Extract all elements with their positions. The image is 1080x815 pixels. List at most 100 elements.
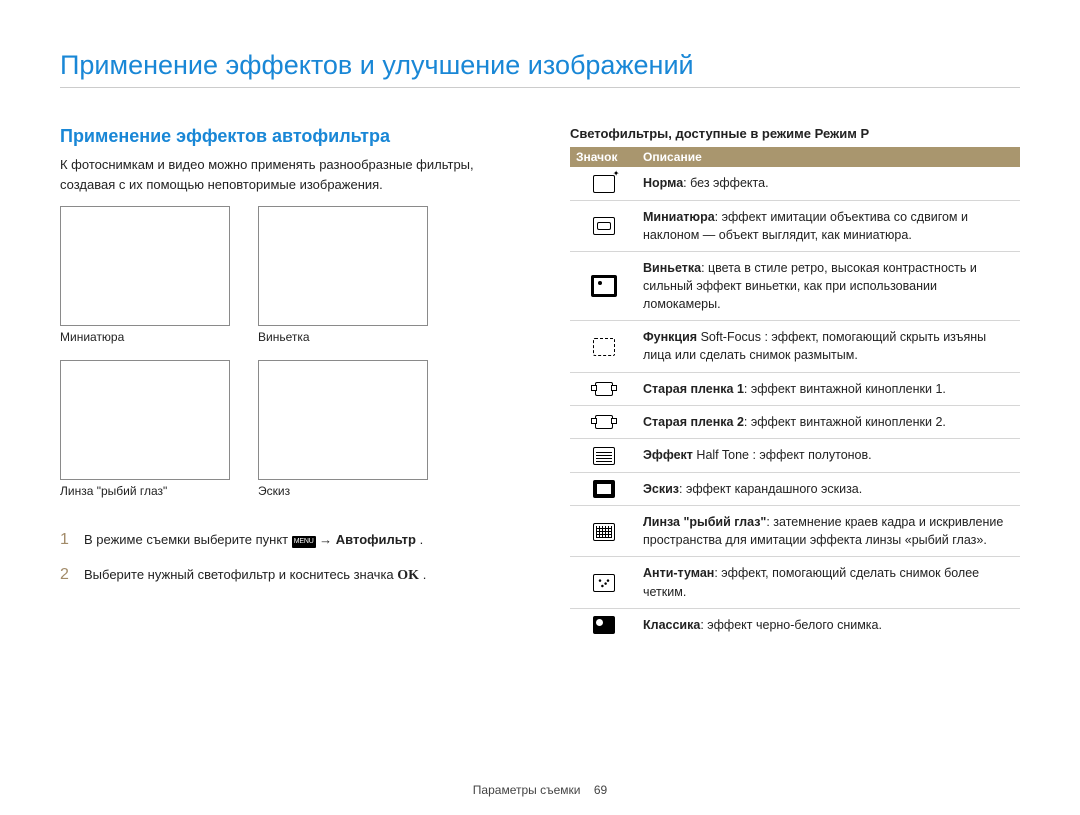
- filter-mid: Soft-Focus: [697, 330, 764, 344]
- fisheye-icon: [593, 523, 615, 541]
- filter-mid: Half Tone: [693, 448, 753, 462]
- th-icon: Значок: [570, 147, 637, 167]
- filter-name: Старая пленка 2: [643, 415, 744, 429]
- filter-desc-cell: Функция Soft-Focus : эффект, помогающий …: [637, 321, 1020, 372]
- filter-icon-cell: [570, 167, 637, 200]
- step-bold: Автофильтр: [336, 532, 416, 547]
- step-number: 2: [60, 561, 74, 588]
- step-fragment: .: [423, 567, 427, 582]
- film-icon: [595, 415, 613, 429]
- right-column: Светофильтры, доступные в режиме Режим P…: [570, 126, 1020, 641]
- table-row: Старая пленка 1: эффект винтажной кинопл…: [570, 372, 1020, 405]
- filter-icon-cell: [570, 472, 637, 506]
- filter-icon-cell: [570, 251, 637, 320]
- filter-name: Виньетка: [643, 261, 701, 275]
- filter-icon-cell: [570, 438, 637, 472]
- filter-icon-cell: [570, 557, 637, 608]
- thumbnail-label: Эскиз: [258, 484, 438, 498]
- table-row: Эскиз: эффект карандашного эскиза.: [570, 472, 1020, 506]
- filter-name: Старая пленка 1: [643, 382, 744, 396]
- filter-name: Эффект: [643, 448, 693, 462]
- steps-list: 1 В режиме съемки выберите пункт MENU → …: [60, 526, 510, 588]
- filter-desc-cell: Линза "рыбий глаз": затемнение краев кад…: [637, 506, 1020, 557]
- filter-desc-cell: Анти-туман: эффект, помогающий сделать с…: [637, 557, 1020, 608]
- footer-label: Параметры съемки: [473, 783, 581, 797]
- filter-desc-cell: Классика: эффект черно-белого снимка.: [637, 608, 1020, 641]
- step-fragment: Выберите нужный светофильтр и коснитесь …: [84, 567, 397, 582]
- section-title: Применение эффектов автофильтра: [60, 126, 510, 147]
- filter-rest: : эффект винтажной кинопленки 1.: [744, 382, 946, 396]
- two-columns: Применение эффектов автофильтра К фотосн…: [60, 126, 1020, 641]
- filter-name: Функция: [643, 330, 697, 344]
- step-number: 1: [60, 526, 74, 553]
- th-desc: Описание: [637, 147, 1020, 167]
- mini-icon: [593, 217, 615, 235]
- filter-rest: : эффект полутонов.: [752, 448, 871, 462]
- thumbnail-image: [60, 360, 230, 480]
- filter-icon-cell: [570, 608, 637, 641]
- step-1: 1 В режиме съемки выберите пункт MENU → …: [60, 526, 510, 553]
- filter-name: Миниатюра: [643, 210, 715, 224]
- filter-icon-cell: [570, 321, 637, 372]
- filter-name: Эскиз: [643, 482, 679, 496]
- step-text: Выберите нужный светофильтр и коснитесь …: [84, 564, 426, 588]
- defog-icon: [593, 574, 615, 592]
- filter-name: Анти-туман: [643, 566, 714, 580]
- table-row: Миниатюра: эффект имитации объектива со …: [570, 200, 1020, 251]
- filter-name: Линза "рыбий глаз": [643, 515, 766, 529]
- step-fragment: →: [319, 532, 336, 547]
- filter-desc-cell: Виньетка: цвета в стиле ретро, высокая к…: [637, 251, 1020, 320]
- intro-text: К фотоснимкам и видео можно применять ра…: [60, 155, 510, 194]
- thumbnail-label: Виньетка: [258, 330, 438, 344]
- thumb-item-sketch: Эскиз: [258, 360, 438, 508]
- filter-icon-cell: [570, 506, 637, 557]
- thumb-item-vignette: Виньетка: [258, 206, 438, 354]
- filter-rest: : эффект карандашного эскиза.: [679, 482, 862, 496]
- table-row: Линза "рыбий глаз": затемнение краев кад…: [570, 506, 1020, 557]
- filter-desc-cell: Старая пленка 2: эффект винтажной кинопл…: [637, 405, 1020, 438]
- filters-table: Значок Описание Норма: без эффекта.Миниа…: [570, 147, 1020, 641]
- thumbnail-label: Миниатюра: [60, 330, 240, 344]
- manual-page: Применение эффектов и улучшение изображе…: [0, 0, 1080, 815]
- filter-rest: : эффект винтажной кинопленки 2.: [744, 415, 946, 429]
- soft-icon: [593, 338, 615, 356]
- half-icon: [593, 447, 615, 465]
- table-row: Классика: эффект черно-белого снимка.: [570, 608, 1020, 641]
- filter-icon-cell: [570, 372, 637, 405]
- normal-icon: [593, 175, 615, 193]
- thumb-item-miniature: Миниатюра: [60, 206, 240, 354]
- page-title: Применение эффектов и улучшение изображе…: [60, 50, 1020, 88]
- table-row: Эффект Half Tone : эффект полутонов.: [570, 438, 1020, 472]
- table-row: Виньетка: цвета в стиле ретро, высокая к…: [570, 251, 1020, 320]
- thumbnail-image: [258, 206, 428, 326]
- filter-desc-cell: Эскиз: эффект карандашного эскиза.: [637, 472, 1020, 506]
- filter-icon-cell: [570, 405, 637, 438]
- thumbnails-grid: Миниатюра Виньетка Линза "рыбий глаз" Эс…: [60, 206, 510, 508]
- filter-name: Норма: [643, 176, 683, 190]
- film-icon: [595, 382, 613, 396]
- step-text: В режиме съемки выберите пункт MENU → Ав…: [84, 529, 423, 551]
- left-column: Применение эффектов автофильтра К фотосн…: [60, 126, 510, 641]
- thumb-item-fisheye: Линза "рыбий глаз": [60, 360, 240, 508]
- table-row: Старая пленка 2: эффект винтажной кинопл…: [570, 405, 1020, 438]
- filter-desc-cell: Эффект Half Tone : эффект полутонов.: [637, 438, 1020, 472]
- vignette-icon: [591, 275, 617, 297]
- table-row: Функция Soft-Focus : эффект, помогающий …: [570, 321, 1020, 372]
- page-footer: Параметры съемки 69: [0, 783, 1080, 797]
- thumbnail-image: [60, 206, 230, 326]
- ok-icon: OK: [397, 568, 419, 583]
- filter-desc-cell: Норма: без эффекта.: [637, 167, 1020, 200]
- filters-table-title: Светофильтры, доступные в режиме Режим P: [570, 126, 1020, 141]
- sketch-icon: [593, 480, 615, 498]
- step-2: 2 Выберите нужный светофильтр и коснитес…: [60, 561, 510, 588]
- filter-rest: : без эффекта.: [683, 176, 768, 190]
- thumbnail-label: Линза "рыбий глаз": [60, 484, 240, 498]
- filter-rest: : эффект черно-белого снимка.: [700, 618, 882, 632]
- table-row: Анти-туман: эффект, помогающий сделать с…: [570, 557, 1020, 608]
- filter-name: Классика: [643, 618, 700, 632]
- filter-desc-cell: Миниатюра: эффект имитации объектива со …: [637, 200, 1020, 251]
- step-fragment: .: [420, 532, 424, 547]
- menu-icon: MENU: [292, 536, 316, 548]
- thumbnail-image: [258, 360, 428, 480]
- filter-icon-cell: [570, 200, 637, 251]
